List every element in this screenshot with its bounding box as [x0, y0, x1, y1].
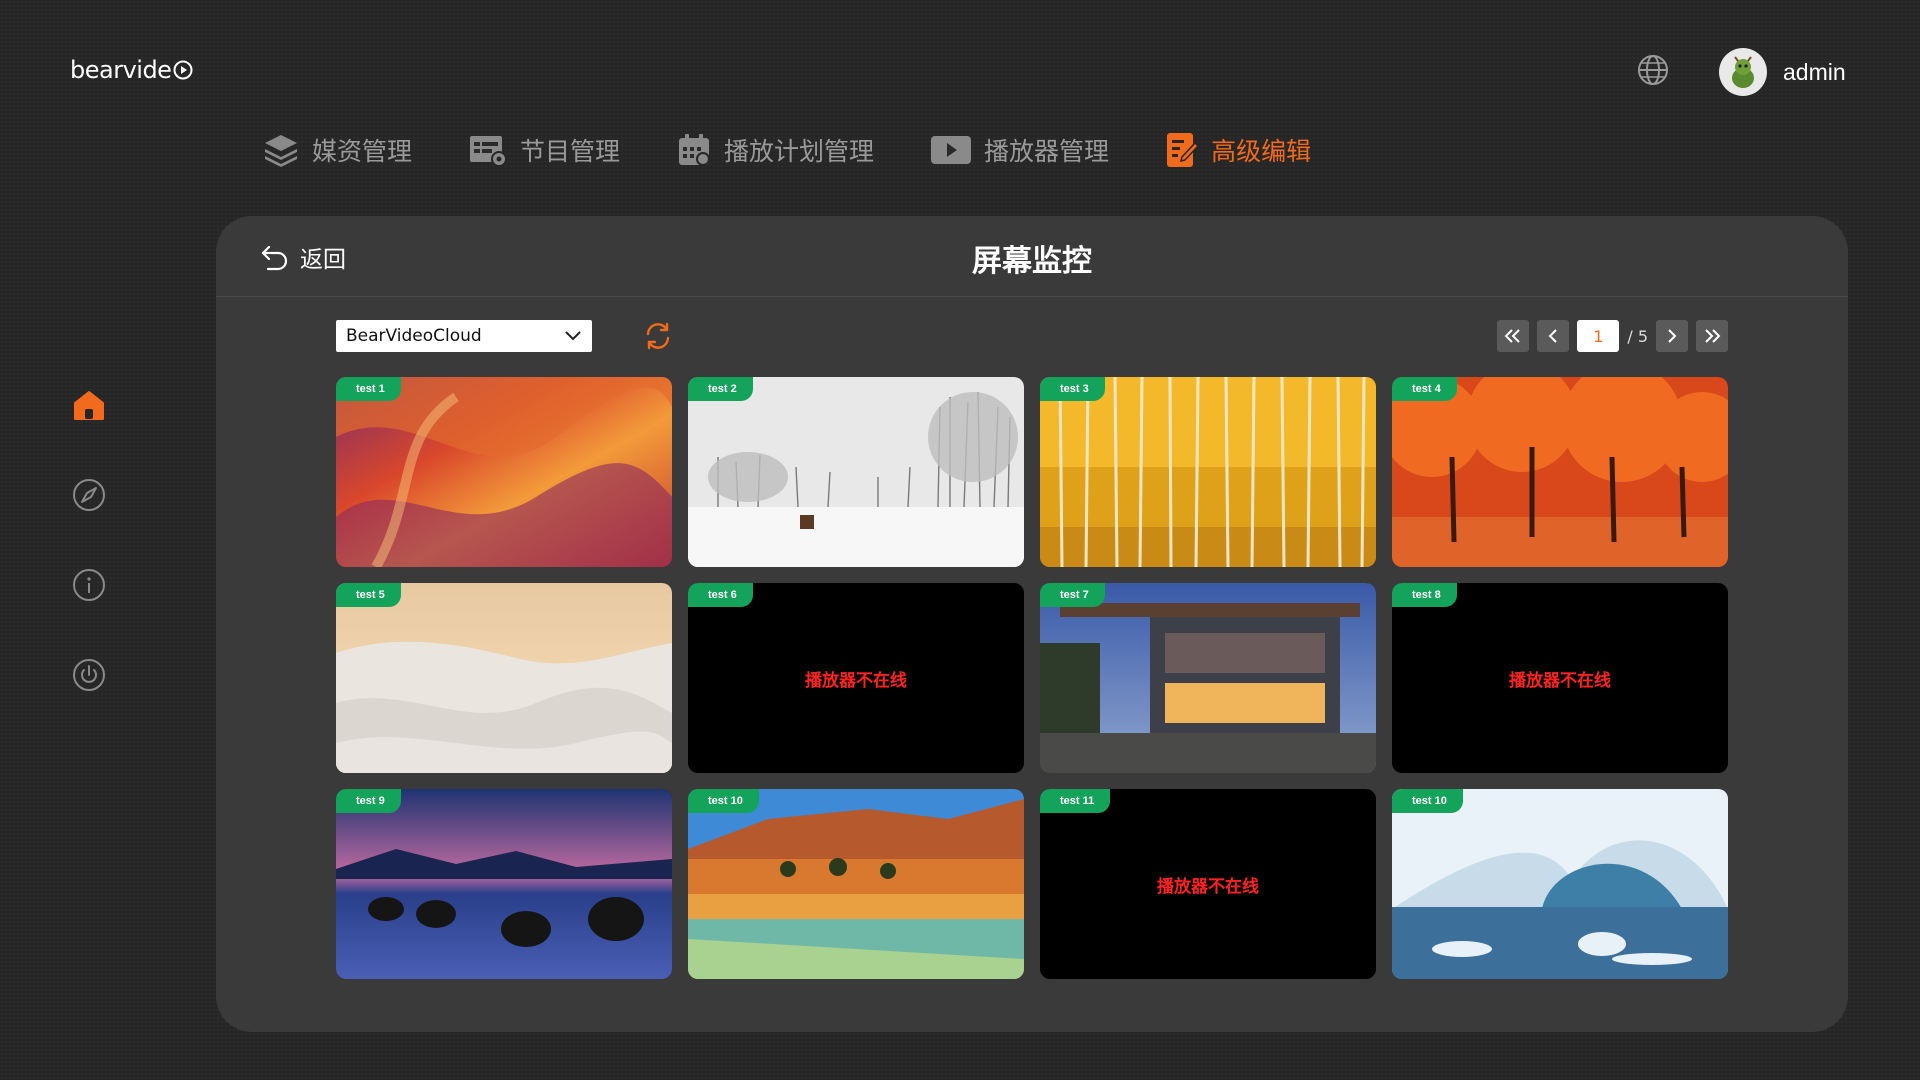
home-icon	[74, 391, 104, 420]
screen-label: test 10	[688, 789, 759, 813]
refresh-icon	[646, 322, 670, 350]
group-select-value: BearVideoCloud	[346, 326, 482, 346]
nav-item-player[interactable]: 播放器管理	[930, 130, 1109, 170]
nav-label: 播放器管理	[984, 137, 1110, 166]
layers-icon	[265, 135, 297, 167]
screen-tile[interactable]: test 4	[1392, 377, 1728, 567]
nav-item-schedule[interactable]: 播放计划管理	[676, 130, 874, 170]
prev-page-button[interactable]	[1537, 320, 1570, 352]
screen-tile-offline[interactable]: 播放器不在线 test 8	[1392, 583, 1728, 773]
double-chevron-right-icon	[1705, 329, 1721, 343]
nav-item-program[interactable]: 节目管理	[468, 130, 620, 170]
double-chevron-left-icon	[1504, 329, 1521, 343]
screen-thumbnail	[336, 583, 672, 773]
screen-tile-offline[interactable]: 播放器不在线 test 11	[1040, 789, 1376, 979]
screen-label: test 11	[1040, 789, 1111, 813]
sidebar-home[interactable]	[72, 388, 106, 422]
screen-thumbnail	[1392, 377, 1728, 567]
screen-thumbnail	[336, 789, 672, 979]
sidebar-info[interactable]	[72, 568, 106, 602]
offline-message: 播放器不在线	[1509, 670, 1611, 691]
screen-label: test 6	[688, 583, 753, 607]
sidebar	[72, 388, 106, 748]
screen-label: test 9	[336, 789, 401, 813]
sidebar-power[interactable]	[72, 658, 106, 692]
info-icon	[73, 569, 105, 601]
avatar	[1719, 48, 1767, 96]
screen-tile[interactable]: test 10	[1392, 789, 1728, 979]
next-page-button[interactable]	[1656, 320, 1688, 352]
screen-thumbnail	[336, 377, 672, 567]
page-number-input[interactable]: 1	[1577, 320, 1620, 352]
screen-label: test 2	[688, 377, 753, 401]
user-menu[interactable]: admin	[1719, 48, 1846, 96]
offline-message: 播放器不在线	[1157, 876, 1259, 897]
screen-thumbnail	[688, 377, 1024, 567]
edit-icon	[1167, 133, 1200, 167]
chevron-down-icon	[565, 331, 581, 341]
brand-logo[interactable]: bearvide	[70, 56, 193, 84]
compass-icon	[73, 479, 105, 511]
screen-thumbnail	[1040, 377, 1376, 567]
screen-tile[interactable]: test 10	[688, 789, 1024, 979]
sidebar-explore[interactable]	[72, 478, 106, 512]
nav-label: 媒资管理	[312, 137, 413, 166]
screen-thumbnail	[1040, 583, 1376, 773]
globe-icon[interactable]	[1636, 53, 1670, 87]
screen-tile[interactable]: test 5	[336, 583, 672, 773]
chevron-left-icon	[1548, 329, 1558, 343]
nav-item-advanced-edit[interactable]: 高级编辑	[1165, 130, 1311, 170]
screen-tile[interactable]: test 7	[1040, 583, 1376, 773]
screen-label: test 4	[1392, 377, 1457, 401]
player-icon	[931, 136, 972, 164]
screen-tile[interactable]: test 2	[688, 377, 1024, 567]
screen-tile[interactable]: test 9	[336, 789, 672, 979]
chevron-right-icon	[1668, 329, 1677, 343]
pagination: 1 / 5	[1489, 320, 1728, 352]
program-icon	[470, 136, 508, 167]
screen-label: test 1	[336, 377, 401, 401]
calendar-icon	[679, 134, 711, 166]
nav-item-media[interactable]: 媒资管理	[262, 130, 412, 170]
toolbar: BearVideoCloud 1 / 5	[336, 320, 1728, 352]
nav-label: 播放计划管理	[724, 137, 875, 166]
group-select[interactable]: BearVideoCloud	[336, 320, 592, 352]
power-icon	[73, 659, 105, 691]
nav-label: 高级编辑	[1211, 137, 1312, 166]
last-page-button[interactable]	[1696, 320, 1728, 352]
screen-monitor-panel: 返回 屏幕监控 BearVideoCloud 1 / 5 test 1 test…	[216, 216, 1848, 1032]
offline-message: 播放器不在线	[805, 670, 907, 691]
avatar-image	[1724, 53, 1762, 91]
main-nav: 媒资管理 节目管理 播放计划管理 播放器管理 高级编辑	[262, 130, 1367, 170]
screen-tile[interactable]: test 3	[1040, 377, 1376, 567]
logo-text: bearvide	[70, 56, 172, 84]
page-total: / 5	[1627, 326, 1648, 346]
nav-label: 节目管理	[520, 137, 621, 166]
screen-tile[interactable]: test 1	[336, 377, 672, 567]
screen-label: test 8	[1392, 583, 1457, 607]
screen-label: test 5	[336, 583, 401, 607]
screen-thumbnail	[688, 789, 1024, 979]
screen-thumbnail	[1392, 789, 1728, 979]
logo-play-icon	[173, 60, 193, 80]
screen-label: test 3	[1040, 377, 1105, 401]
screen-label: test 7	[1040, 583, 1105, 607]
refresh-button[interactable]	[642, 320, 674, 352]
screen-label: test 10	[1392, 789, 1463, 813]
screen-tile-offline[interactable]: 播放器不在线 test 6	[688, 583, 1024, 773]
user-name: admin	[1783, 58, 1846, 85]
first-page-button[interactable]	[1497, 320, 1530, 352]
page-title: 屏幕监控	[972, 244, 1092, 279]
panel-header: 返回 屏幕监控	[216, 216, 1848, 297]
screen-grid: test 1 test 2 test 3 test 4 test 5 播放器不在…	[336, 377, 1728, 979]
